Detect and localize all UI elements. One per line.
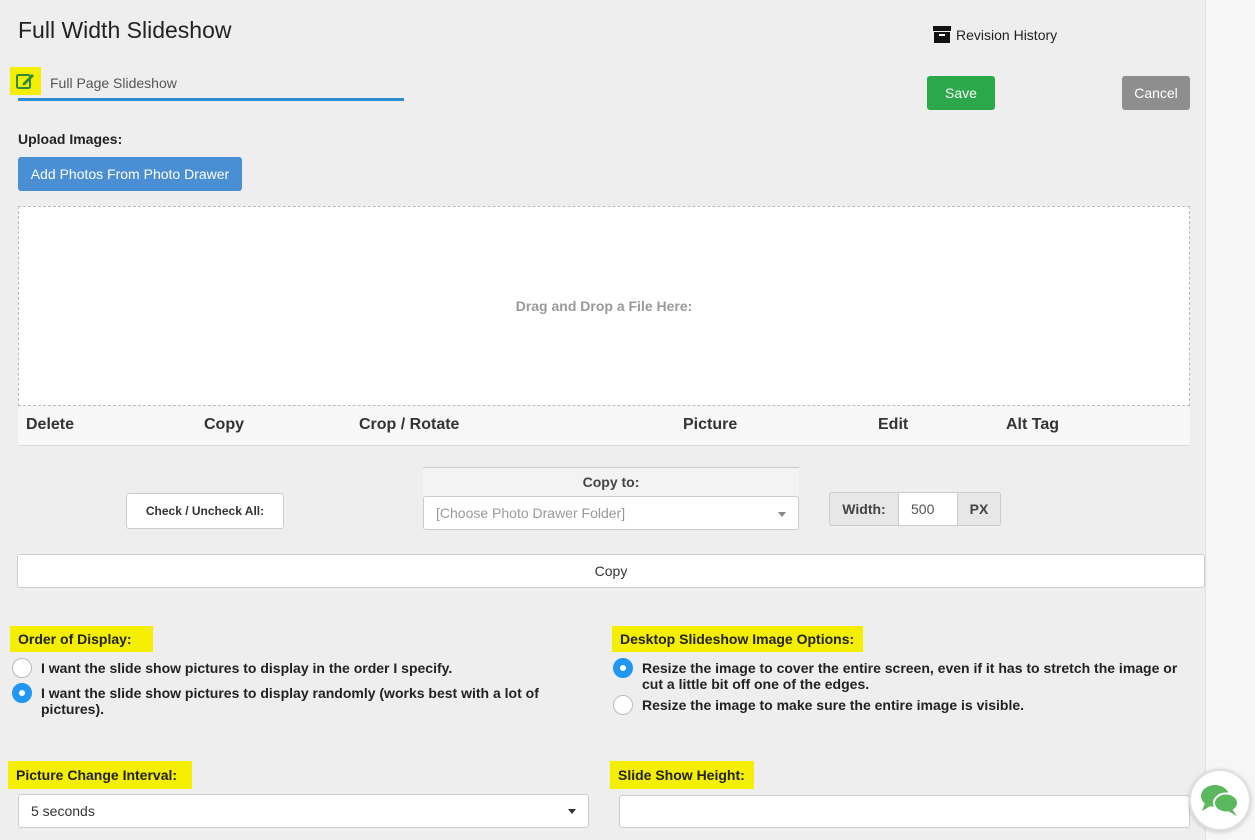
chevron-down-icon xyxy=(568,809,576,814)
images-table-header: Delete Copy Crop / Rotate Picture Edit A… xyxy=(18,406,1190,446)
width-input-group: Width: PX xyxy=(829,492,1001,526)
order-option-random[interactable]: I want the slide show pictures to displa… xyxy=(12,683,572,717)
width-input[interactable] xyxy=(898,492,958,526)
edit-icon-button[interactable] xyxy=(10,67,41,95)
column-header-crop-rotate: Crop / Rotate xyxy=(359,416,460,433)
desktop-option-contain[interactable]: Resize the image to make sure the entire… xyxy=(613,695,1193,715)
order-random-text: I want the slide show pictures to displa… xyxy=(41,685,539,717)
archive-box-icon xyxy=(933,26,951,43)
copy-button[interactable]: Copy xyxy=(17,554,1205,588)
photo-drawer-folder-select[interactable]: [Choose Photo Drawer Folder] xyxy=(423,496,799,530)
order-specified-radio[interactable] xyxy=(12,658,32,678)
column-header-edit: Edit xyxy=(878,416,909,433)
cancel-button[interactable]: Cancel xyxy=(1122,76,1190,110)
desktop-cover-radio[interactable] xyxy=(613,658,633,678)
chat-widget-button[interactable] xyxy=(1189,769,1251,831)
add-photos-button[interactable]: Add Photos From Photo Drawer xyxy=(18,157,242,191)
column-header-copy: Copy xyxy=(204,416,244,433)
desktop-image-options-label: Desktop Slideshow Image Options: xyxy=(612,626,863,652)
desktop-option-cover[interactable]: Resize the image to cover the entire scr… xyxy=(613,658,1193,692)
column-header-picture: Picture xyxy=(683,416,738,433)
slideshow-name-input[interactable] xyxy=(18,68,404,101)
column-header-alt-tag: Alt Tag xyxy=(1006,416,1060,433)
width-unit: PX xyxy=(958,492,1001,526)
desktop-contain-radio[interactable] xyxy=(613,695,633,715)
slide-show-height-label: Slide Show Height: xyxy=(610,761,754,789)
revision-history-link[interactable]: Revision History xyxy=(933,26,1057,43)
dropzone-text: Drag and Drop a File Here: xyxy=(515,298,693,314)
check-uncheck-all-button[interactable]: Check / Uncheck All: xyxy=(126,493,284,529)
picture-change-interval-select[interactable]: 5 seconds xyxy=(18,794,589,828)
chevron-down-icon xyxy=(778,512,786,517)
picture-change-interval-value: 5 seconds xyxy=(31,803,95,819)
page-title: Full Width Slideshow xyxy=(18,17,232,43)
desktop-cover-text: Resize the image to cover the entire scr… xyxy=(642,660,1178,692)
order-random-radio[interactable] xyxy=(12,683,32,703)
save-button[interactable]: Save xyxy=(927,76,995,110)
right-gutter xyxy=(1205,0,1255,840)
width-label: Width: xyxy=(829,492,898,526)
order-specified-text: I want the slide show pictures to displa… xyxy=(41,660,453,676)
column-header-delete: Delete xyxy=(26,416,75,433)
chat-bubbles-icon xyxy=(1201,785,1239,816)
copy-to-label: Copy to: xyxy=(423,467,799,496)
slide-show-height-input[interactable] xyxy=(619,795,1190,828)
picture-change-interval-label: Picture Change Interval: xyxy=(8,761,192,789)
order-option-specified[interactable]: I want the slide show pictures to displa… xyxy=(12,658,572,678)
upload-images-label: Upload Images: xyxy=(18,131,123,147)
revision-history-label: Revision History xyxy=(956,26,1058,43)
order-of-display-label: Order of Display: xyxy=(10,626,153,652)
file-dropzone[interactable]: Drag and Drop a File Here: xyxy=(18,206,1190,406)
photo-drawer-folder-placeholder: [Choose Photo Drawer Folder] xyxy=(436,505,626,521)
desktop-contain-text: Resize the image to make sure the entire… xyxy=(642,697,1025,713)
edit-pencil-icon xyxy=(15,74,34,89)
